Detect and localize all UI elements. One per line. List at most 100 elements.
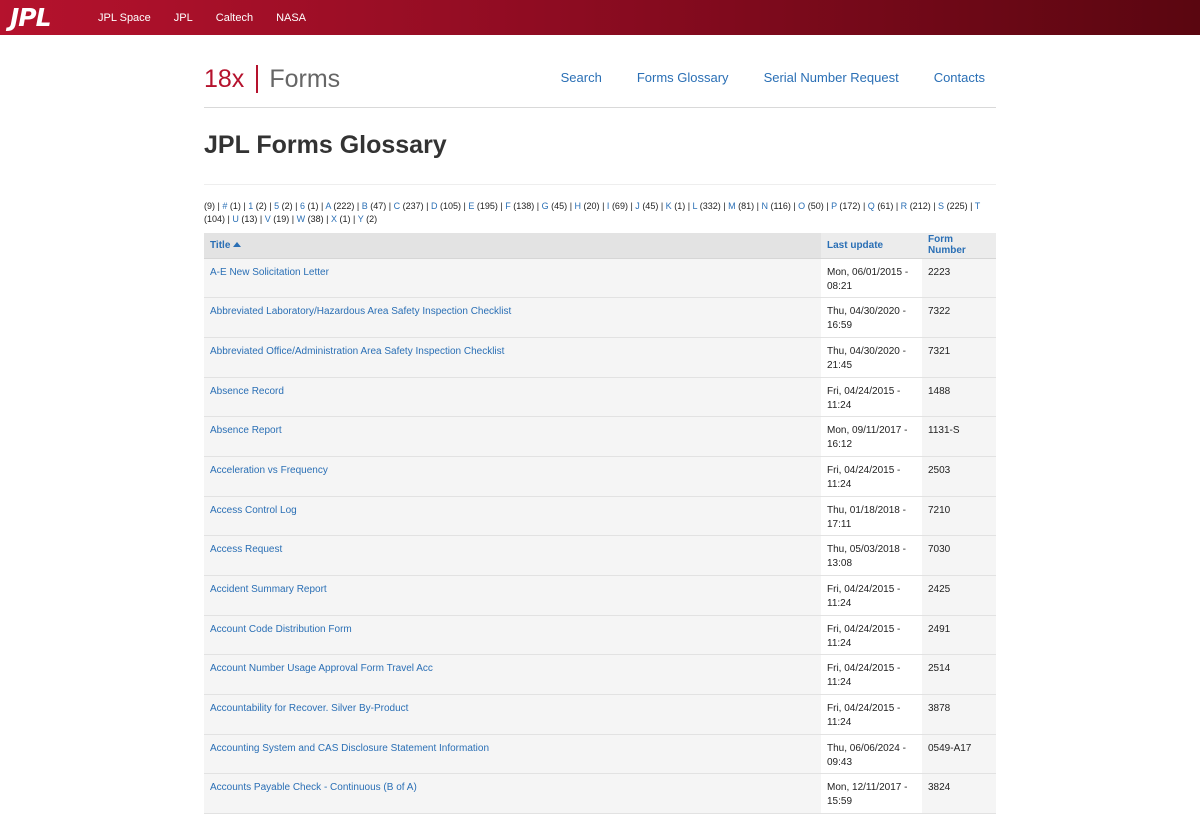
alpha-separator: | [599,201,607,211]
form-title-link[interactable]: Access Control Log [210,505,297,516]
alpha-link[interactable]: G [542,201,549,211]
form-title-link[interactable]: Access Request [210,544,282,555]
form-title-link[interactable]: Acceleration vs Frequency [210,465,328,476]
alpha-link[interactable]: B [362,201,368,211]
title-cell: Absence Report [204,416,821,457]
toplink-nasa[interactable]: NASA [276,12,306,24]
alpha-separator: | [893,201,901,211]
title-cell: A-E New Solicitation Letter [204,258,821,299]
form-title-link[interactable]: A-E New Solicitation Letter [210,267,329,278]
form-number-cell: 7321 [922,337,996,378]
alpha-link[interactable]: Y [358,214,364,224]
alpha-link[interactable]: M [728,201,736,211]
site-name[interactable]: 18x Forms [204,64,340,94]
alpha-separator: | [266,201,275,211]
table-row: Absence Report Mon, 09/11/2017 - 16:12 1131… [204,416,996,457]
form-title-link[interactable]: Abbreviated Laboratory/Hazardous Area Sa… [210,306,511,317]
last-update-cell: Thu, 04/30/2020 - 16:59 [821,297,922,338]
alpha-link[interactable]: J [635,201,640,211]
alpha-count: (222) [333,201,355,211]
alpha-link[interactable]: D [431,201,438,211]
alpha-link[interactable]: O [798,201,805,211]
alpha-count: (9) [204,201,215,211]
alpha-link[interactable]: N [761,201,768,211]
site-name-divider [256,65,259,93]
column-header-last-update[interactable]: Last update [821,233,922,259]
toplink-caltech[interactable]: Caltech [216,12,253,24]
nav-serial-number-request[interactable]: Serial Number Request [764,70,899,85]
alpha-link[interactable]: P [831,201,837,211]
column-header-form-number[interactable]: Form Number [922,233,996,259]
alpha-link[interactable]: W [297,214,306,224]
form-title-link[interactable]: Accounting System and CAS Disclosure Sta… [210,743,489,754]
form-number-cell: 2425 [922,575,996,616]
alpha-separator: | [967,201,975,211]
update-date: Mon, 12/11/2017 - [827,782,908,794]
nav-search[interactable]: Search [561,70,602,85]
alpha-count: (47) [370,201,387,211]
toplink-jpl-space[interactable]: JPL Space [98,12,151,24]
alpha-count: (225) [946,201,968,211]
form-number-cell: 1131-S [922,416,996,457]
form-title-link[interactable]: Abbreviated Office/Administration Area S… [210,346,504,357]
title-cell: Acceleration vs Frequency [204,456,821,497]
jpl-logo[interactable]: JPL [10,0,98,35]
update-date: Fri, 04/24/2015 - [827,385,901,397]
nav-forms-glossary[interactable]: Forms Glossary [637,70,729,85]
update-date: Thu, 01/18/2018 - [827,504,906,516]
alpha-link[interactable]: U [232,214,239,224]
nav-contacts[interactable]: Contacts [934,70,985,85]
alpha-link[interactable]: F [505,201,511,211]
alpha-separator: | [354,201,362,211]
form-title-link[interactable]: Accounts Payable Check - Continuous (B o… [210,782,417,793]
update-date: Thu, 04/30/2020 - [827,306,906,318]
alpha-link[interactable]: X [331,214,337,224]
form-title-link[interactable]: Absence Record [210,386,284,397]
table-row: Account Number Usage Approval Form Trave… [204,654,996,696]
alpha-link[interactable]: S [938,201,944,211]
alpha-link[interactable]: V [265,214,271,224]
form-title-link[interactable]: Accountability for Recover. Silver By-Pr… [210,703,408,714]
update-date: Fri, 04/24/2015 - [827,663,901,675]
toplink-jpl[interactable]: JPL [174,12,193,24]
site-header: 18x Forms Search Forms Glossary Serial N… [204,35,996,108]
alpha-link[interactable]: H [575,201,582,211]
form-number-cell: 2514 [922,654,996,696]
alpha-separator: | [386,201,394,211]
alpha-count: (20) [583,201,600,211]
table-row: Access Control Log Thu, 01/18/2018 - 17:11… [204,496,996,537]
alpha-link[interactable]: E [468,201,474,211]
form-title-link[interactable]: Accident Summary Report [210,584,327,595]
alpha-link[interactable]: # [222,201,227,211]
alpha-link[interactable]: T [975,201,980,211]
alpha-count: (1) [339,214,351,224]
forms-table: Title Last update Form Number A-E New So… [204,233,996,814]
alpha-link[interactable]: K [666,201,672,211]
alpha-separator: | [860,201,868,211]
update-date: Fri, 04/24/2015 - [827,703,901,715]
form-title-link[interactable]: Absence Report [210,425,282,436]
alpha-count: (105) [440,201,462,211]
last-update-cell: Fri, 04/24/2015 - 11:24 [821,377,922,418]
form-title-link[interactable]: Account Code Distribution Form [210,624,352,635]
alpha-link[interactable]: I [607,201,610,211]
alpha-link[interactable]: L [693,201,698,211]
update-time: 17:11 [827,518,852,530]
form-title-link[interactable]: Account Number Usage Approval Form Trave… [210,663,433,674]
column-header-title[interactable]: Title [204,233,821,259]
update-date: Thu, 06/06/2024 - [827,742,906,754]
alpha-link[interactable]: Q [868,201,875,211]
alpha-separator: | [292,201,300,211]
form-number-cell: 3878 [922,694,996,735]
alpha-link[interactable]: R [901,201,908,211]
last-update-cell: Fri, 04/24/2015 - 11:24 [821,615,922,656]
table-row: Absence Record Fri, 04/24/2015 - 11:24 1488 [204,377,996,418]
alpha-link[interactable]: A [325,201,331,211]
alpha-separator: | [930,201,939,211]
alpha-link[interactable]: 1 [248,201,253,211]
alpha-link[interactable]: 5 [274,201,279,211]
table-row: A-E New Solicitation Letter Mon, 06/01/20… [204,258,996,299]
alpha-count: (19) [273,214,290,224]
alpha-link[interactable]: 6 [300,201,305,211]
alpha-link[interactable]: C [394,201,401,211]
